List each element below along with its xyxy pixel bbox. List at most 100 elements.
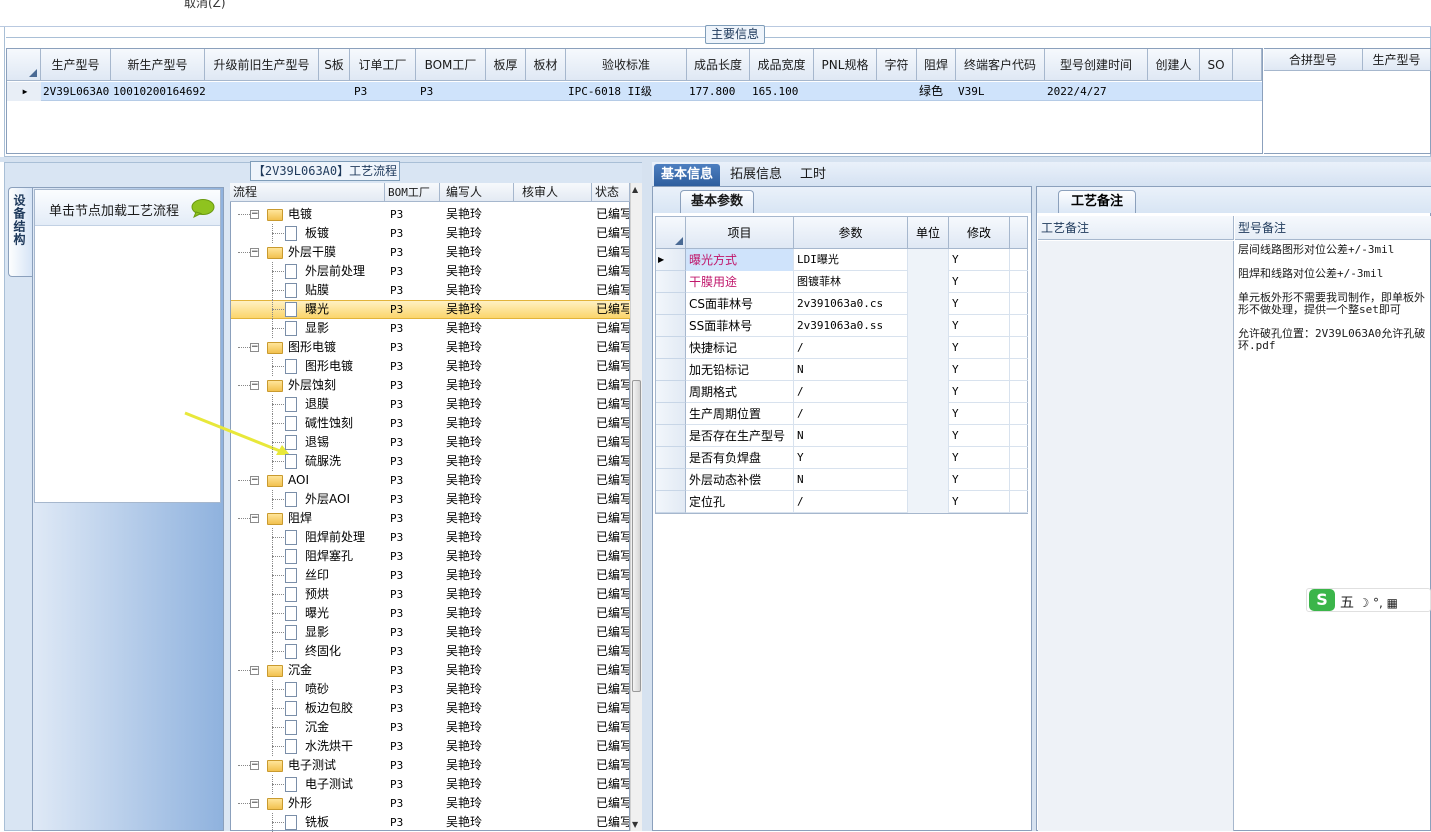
cell-modify[interactable]: Y xyxy=(949,403,1010,425)
cell-width[interactable]: 165.100 xyxy=(750,82,814,101)
tree-node-label[interactable]: AOI xyxy=(288,471,383,490)
tree-cell-writer[interactable]: 吴艳玲 xyxy=(446,737,512,756)
tree-cell-bom[interactable]: P3 xyxy=(390,661,438,680)
tree-cell-writer[interactable]: 吴艳玲 xyxy=(446,794,512,813)
col-header-model[interactable]: 生产型号 xyxy=(41,49,111,81)
col-header-prod-model[interactable]: 生产型号 xyxy=(1363,49,1431,71)
scroll-down-icon[interactable]: ▼ xyxy=(632,820,638,829)
collapse-toggle-icon[interactable]: − xyxy=(250,381,259,390)
tree-cell-status[interactable]: 已编写 xyxy=(596,319,629,338)
tab-extended-info[interactable]: 拓展信息 xyxy=(723,164,789,186)
tree-cell-status[interactable]: 已编写 xyxy=(596,528,629,547)
cell-item[interactable]: 外层动态补偿 xyxy=(686,469,794,491)
cell-unit[interactable] xyxy=(908,271,949,293)
tree-node-label[interactable]: 曝光 xyxy=(305,300,385,319)
cell-param[interactable]: N xyxy=(794,469,908,491)
tree-cell-status[interactable]: 已编写 xyxy=(596,357,629,376)
cell-unit[interactable] xyxy=(908,425,949,447)
tree-cell-writer[interactable]: 吴艳玲 xyxy=(446,680,512,699)
tree-cell-writer[interactable]: 吴艳玲 xyxy=(446,547,512,566)
tree-cell-writer[interactable]: 吴艳玲 xyxy=(446,604,512,623)
tree-cell-bom[interactable]: P3 xyxy=(390,471,438,490)
tab-process-notes[interactable]: 工艺备注 xyxy=(1058,190,1136,213)
tree-cell-writer[interactable]: 吴艳玲 xyxy=(446,224,512,243)
col-header-char[interactable]: 字符 xyxy=(877,49,917,81)
tree-col-writer[interactable]: 编写人 xyxy=(440,183,514,202)
tree-col-bom[interactable]: BOM工厂 xyxy=(385,183,440,202)
tree-cell-writer[interactable]: 吴艳玲 xyxy=(446,642,512,661)
tree-cell-bom[interactable]: P3 xyxy=(390,376,438,395)
col-header-bom-factory[interactable]: BOM工厂 xyxy=(416,49,486,81)
tree-cell-bom[interactable]: P3 xyxy=(390,604,438,623)
tree-cell-writer[interactable]: 吴艳玲 xyxy=(446,718,512,737)
tree-cell-bom[interactable]: P3 xyxy=(390,509,438,528)
cell-mask[interactable]: 绿色 xyxy=(917,82,956,101)
tree-cell-bom[interactable]: P3 xyxy=(390,414,438,433)
cell-param[interactable]: 2v391063a0.ss xyxy=(794,315,908,337)
cell-modify[interactable]: Y xyxy=(949,359,1010,381)
tree-node-label[interactable]: 显影 xyxy=(305,623,385,642)
tree-cell-status[interactable]: 已编写 xyxy=(596,224,629,243)
row-indicator[interactable] xyxy=(656,403,686,425)
row-indicator[interactable] xyxy=(656,315,686,337)
tree-cell-writer[interactable]: 吴艳玲 xyxy=(446,756,512,775)
tree-cell-status[interactable]: 已编写 xyxy=(596,414,629,433)
tree-cell-status[interactable]: 已编写 xyxy=(596,794,629,813)
tree-cell-status[interactable]: 已编写 xyxy=(596,300,629,319)
tree-cell-bom[interactable]: P3 xyxy=(390,699,438,718)
row-indicator[interactable] xyxy=(656,425,686,447)
tree-node-label[interactable]: 沉金 xyxy=(288,661,383,680)
tree-cell-status[interactable]: 已编写 xyxy=(596,775,629,794)
collapse-toggle-icon[interactable]: − xyxy=(250,514,259,523)
tree-cell-writer[interactable]: 吴艳玲 xyxy=(446,490,512,509)
cell-order-factory[interactable]: P3 xyxy=(350,82,416,101)
cell-param[interactable]: / xyxy=(794,403,908,425)
tree-node-label[interactable]: 终固化 xyxy=(305,642,385,661)
tree-cell-status[interactable]: 已编写 xyxy=(596,756,629,775)
tree-node-label[interactable]: 阻焊塞孔 xyxy=(305,547,385,566)
tree-cell-bom[interactable]: P3 xyxy=(390,756,438,775)
cell-modify[interactable]: Y xyxy=(949,491,1010,513)
tree-cell-status[interactable]: 已编写 xyxy=(596,471,629,490)
tree-node-label[interactable]: 图形电镀 xyxy=(305,357,385,376)
cell-unit[interactable] xyxy=(908,359,949,381)
tree-cell-bom[interactable]: P3 xyxy=(390,680,438,699)
tree-cell-bom[interactable]: P3 xyxy=(390,547,438,566)
tree-cell-status[interactable]: 已编写 xyxy=(596,490,629,509)
cell-modify[interactable]: Y xyxy=(949,315,1010,337)
cell-param[interactable]: LDI曝光 xyxy=(794,249,908,271)
cell-param[interactable]: Y xyxy=(794,447,908,469)
collapse-toggle-icon[interactable]: − xyxy=(250,799,259,808)
cell-param[interactable]: / xyxy=(794,337,908,359)
tree-cell-writer[interactable]: 吴艳玲 xyxy=(446,661,512,680)
cell-unit[interactable] xyxy=(908,447,949,469)
process-notes-text[interactable] xyxy=(1038,241,1234,831)
collapse-toggle-icon[interactable]: − xyxy=(250,210,259,219)
collapse-toggle-icon[interactable]: − xyxy=(250,666,259,675)
tree-cell-bom[interactable]: P3 xyxy=(390,262,438,281)
row-indicator[interactable] xyxy=(656,293,686,315)
cell-param[interactable]: / xyxy=(794,491,908,513)
tree-cell-bom[interactable]: P3 xyxy=(390,357,438,376)
tree-cell-writer[interactable]: 吴艳玲 xyxy=(446,376,512,395)
tree-cell-status[interactable]: 已编写 xyxy=(596,281,629,300)
col-header-param[interactable]: 参数 xyxy=(794,217,908,249)
tree-cell-bom[interactable]: P3 xyxy=(390,452,438,471)
cell-unit[interactable] xyxy=(908,249,949,271)
cell-item[interactable]: 是否存在生产型号 xyxy=(686,425,794,447)
collapse-toggle-icon[interactable]: − xyxy=(250,343,259,352)
tree-cell-status[interactable]: 已编写 xyxy=(596,205,629,224)
cell-modify[interactable]: Y xyxy=(949,293,1010,315)
tree-cell-bom[interactable]: P3 xyxy=(390,395,438,414)
cell-unit[interactable] xyxy=(908,469,949,491)
cell-modify[interactable]: Y xyxy=(949,447,1010,469)
cell-modify[interactable]: Y xyxy=(949,469,1010,491)
row-indicator[interactable] xyxy=(656,359,686,381)
tree-node-label[interactable]: 阻焊 xyxy=(288,509,383,528)
ime-mode[interactable]: 五 ☽ °, ▦ xyxy=(1340,592,1398,612)
tree-node-label[interactable]: 水洗烘干 xyxy=(305,737,385,756)
tree-node-label[interactable]: 电子测试 xyxy=(288,756,383,775)
col-header-thickness[interactable]: 板厚 xyxy=(486,49,526,81)
cell-item[interactable]: 生产周期位置 xyxy=(686,403,794,425)
tree-node-label[interactable]: 硫脲洗 xyxy=(305,452,385,471)
